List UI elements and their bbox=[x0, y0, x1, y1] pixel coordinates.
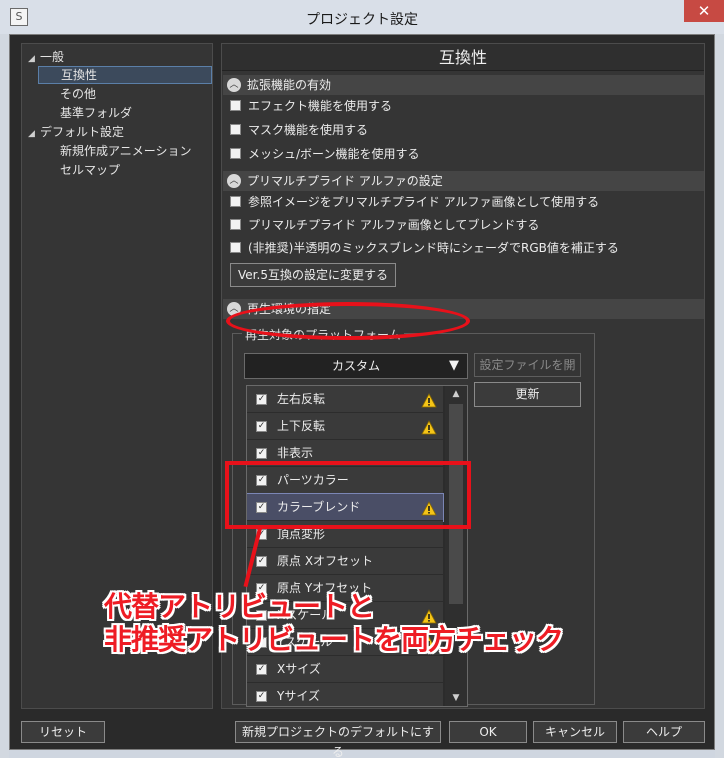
attribute-checkbox[interactable]: ✓ bbox=[256, 556, 267, 567]
section-header-premultiplied[interactable]: ︿ プリマルチプライド アルファの設定 bbox=[223, 171, 704, 191]
scroll-up-icon[interactable]: ▲ bbox=[445, 386, 467, 402]
tree-item-other[interactable]: その他 bbox=[60, 85, 96, 103]
tree-item-general[interactable]: ◢ 一般 bbox=[28, 48, 64, 66]
checkbox-shader-rgb-correction[interactable]: (非推奨)半透明のミックスブレンド時にシェーダでRGB値を補正する bbox=[230, 239, 619, 257]
tree-item-base-folder[interactable]: 基準フォルダ bbox=[60, 104, 132, 122]
ver5-compat-button[interactable]: Ver.5互換の設定に変更する bbox=[230, 263, 396, 287]
chevron-up-icon[interactable]: ︿ bbox=[227, 78, 241, 92]
attribute-checkbox[interactable]: ✓ bbox=[256, 691, 267, 702]
highlight-rectangle bbox=[225, 461, 471, 529]
attribute-label: Yサイズ bbox=[277, 689, 320, 703]
checkbox[interactable] bbox=[230, 242, 241, 253]
attribute-checkbox[interactable]: ✓ bbox=[256, 421, 267, 432]
checkbox-use-mesh-bone[interactable]: メッシュ/ボーン機能を使用する bbox=[230, 145, 419, 163]
checkbox-use-masks[interactable]: マスク機能を使用する bbox=[230, 121, 368, 139]
tree-item-label: デフォルト設定 bbox=[40, 125, 125, 139]
platform-select-value: カスタム bbox=[331, 359, 380, 373]
platform-select[interactable]: カスタム ▼ bbox=[244, 353, 468, 379]
section-label: 拡張機能の有効 bbox=[247, 78, 332, 92]
project-settings-window: S プロジェクト設定 ✕ ◢ 一般 互換性 その他 基準フォルダ ◢ デフォルト設定… bbox=[0, 0, 724, 758]
attribute-label: 上下反転 bbox=[277, 419, 326, 433]
checkbox-label: エフェクト機能を使用する bbox=[248, 99, 393, 113]
reset-button[interactable]: リセット bbox=[21, 721, 105, 743]
close-button[interactable]: ✕ bbox=[684, 0, 724, 22]
cancel-button[interactable]: キャンセル bbox=[533, 721, 617, 743]
checkbox-label: 参照イメージをプリマルチプライド アルファ画像として使用する bbox=[248, 195, 600, 209]
checkbox-label: マスク機能を使用する bbox=[248, 123, 369, 137]
checkbox-label: プリマルチプライド アルファ画像としてブレンドする bbox=[248, 218, 540, 232]
highlight-ellipse bbox=[226, 302, 470, 340]
checkbox[interactable] bbox=[230, 148, 241, 159]
attribute-list-scrollbar[interactable]: ▲ ▼ bbox=[445, 386, 467, 706]
tree-item-default-settings[interactable]: ◢ デフォルト設定 bbox=[28, 123, 124, 141]
tree-item-label: 基準フォルダ bbox=[60, 106, 133, 120]
chevron-up-icon[interactable]: ︿ bbox=[227, 174, 241, 188]
attribute-checkbox[interactable]: ✓ bbox=[256, 448, 267, 459]
checkbox-use-effects[interactable]: エフェクト機能を使用する bbox=[230, 97, 392, 115]
checkbox-reference-premultiplied[interactable]: 参照イメージをプリマルチプライド アルファ画像として使用する bbox=[230, 193, 599, 211]
attribute-checkbox[interactable]: ✓ bbox=[256, 394, 267, 405]
checkbox-label: メッシュ/ボーン機能を使用する bbox=[248, 147, 420, 161]
checkbox[interactable] bbox=[230, 196, 241, 207]
refresh-button[interactable]: 更新 bbox=[474, 382, 581, 407]
section-header-extensions[interactable]: ︿ 拡張機能の有効 bbox=[223, 75, 704, 95]
title-bar: S プロジェクト設定 ✕ bbox=[0, 0, 724, 34]
dropdown-triangle-icon[interactable]: ▼ bbox=[449, 354, 459, 378]
attribute-list: ✓ 左右反転 ✓ 上下反転 ✓ 非表示 ✓ パーツカラー ✓ カラーブレンド ✓ 頂点変形 ✓ 原点 Xオ… bbox=[246, 385, 468, 707]
attribute-row[interactable]: ✓ 上下反転 bbox=[247, 413, 443, 440]
attribute-checkbox[interactable]: ✓ bbox=[256, 664, 267, 675]
attribute-row[interactable]: ✓ 左右反転 bbox=[247, 386, 443, 413]
window-title: プロジェクト設定 bbox=[306, 12, 418, 28]
tree-item-label: 新規作成アニメーション bbox=[60, 144, 192, 158]
expand-arrow-icon[interactable]: ◢ bbox=[28, 125, 40, 143]
help-button[interactable]: ヘルプ bbox=[623, 721, 705, 743]
attribute-label: Xサイズ bbox=[277, 662, 321, 676]
attribute-row[interactable]: ✓ 原点 Xオフセット bbox=[247, 548, 443, 575]
window-border-left bbox=[0, 34, 9, 758]
tree-item-cellmap[interactable]: セルマップ bbox=[60, 161, 120, 179]
set-project-default-button[interactable]: 新規プロジェクトのデフォルトにする bbox=[235, 721, 441, 758]
tree-item-label: 互換性 bbox=[61, 68, 98, 82]
annotation-line-2: 非推奨アトリビュートを両方チェック bbox=[104, 623, 564, 656]
tree-item-label: その他 bbox=[60, 87, 97, 101]
open-settings-file-button[interactable]: 設定ファイルを開く bbox=[474, 353, 581, 394]
checkbox-label: (非推奨)半透明のミックスブレンド時にシェーダでRGB値を補正する bbox=[248, 241, 619, 255]
section-label: プリマルチプライド アルファの設定 bbox=[247, 174, 443, 188]
tree-item-new-animation[interactable]: 新規作成アニメーション bbox=[60, 142, 192, 160]
tree-item-label: セルマップ bbox=[60, 163, 121, 177]
attribute-row[interactable]: ✓ Xサイズ bbox=[247, 656, 443, 683]
scroll-down-icon[interactable]: ▼ bbox=[445, 690, 467, 706]
checkbox-blend-premultiplied[interactable]: プリマルチプライド アルファ画像としてブレンドする bbox=[230, 216, 539, 234]
attribute-row[interactable]: ✓ Yサイズ bbox=[247, 683, 443, 706]
attribute-label: 左右反転 bbox=[277, 392, 326, 406]
tree-item-compatibility[interactable]: 互換性 bbox=[38, 66, 212, 84]
checkbox[interactable] bbox=[230, 219, 241, 230]
tree-item-label: 一般 bbox=[40, 50, 65, 64]
ok-button[interactable]: OK bbox=[449, 721, 527, 743]
checkbox[interactable] bbox=[230, 100, 241, 111]
checkbox[interactable] bbox=[230, 124, 241, 135]
attribute-label: 原点 Xオフセット bbox=[277, 554, 374, 568]
window-border-right bbox=[715, 34, 724, 758]
panel-title: 互換性 bbox=[222, 44, 704, 71]
